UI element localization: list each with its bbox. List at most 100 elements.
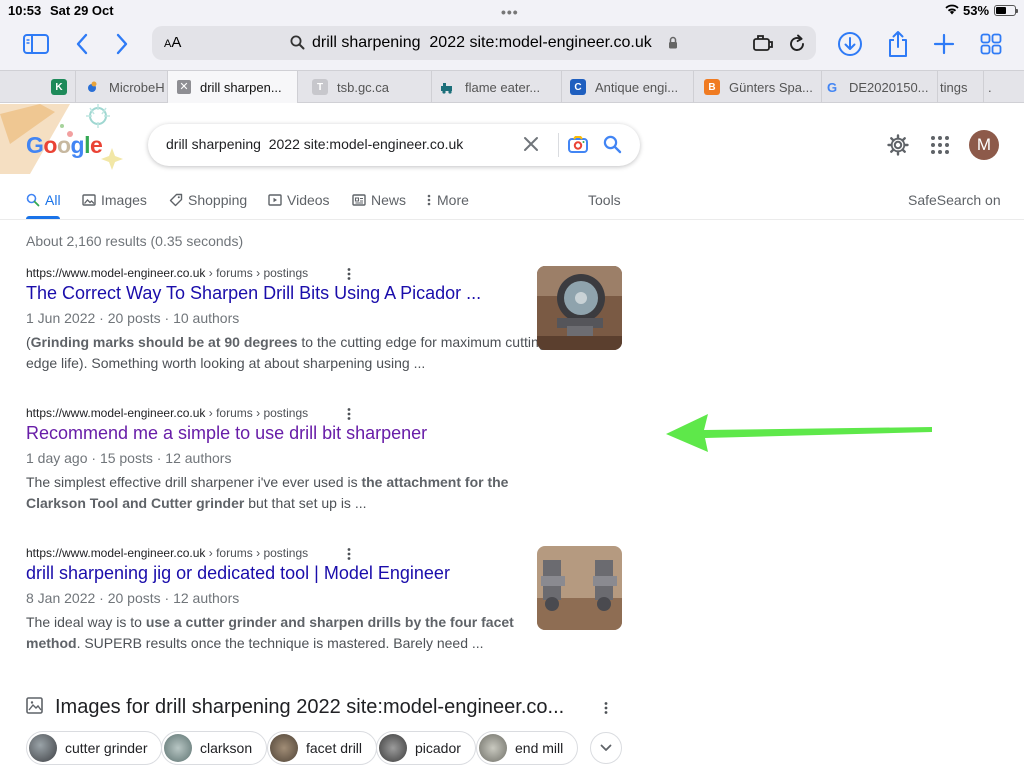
extension-icon[interactable] [752, 33, 774, 58]
result-cite[interactable]: https://www.model-engineer.co.uk › forum… [26, 406, 308, 420]
more-chips-button[interactable] [590, 732, 622, 764]
result-site: https://www.model-engineer.co.uk [26, 266, 206, 280]
tab-de2020150[interactable]: G DE2020150... [822, 71, 938, 103]
tab-strip: K MicrobeH ✕ drill sharpen... T tsb.gc.c… [0, 70, 1024, 103]
tab-label: Günters Spa... [729, 79, 813, 95]
result-site: https://www.model-engineer.co.uk [26, 546, 206, 560]
result-cite[interactable]: https://www.model-engineer.co.uk › forum… [26, 546, 308, 560]
battery-percent: 53% [963, 3, 990, 18]
new-tab-icon[interactable] [928, 30, 960, 58]
google-search-box[interactable]: drill sharpening 2022 site:model-enginee… [148, 124, 640, 166]
nav-shopping[interactable]: Shopping [169, 192, 247, 208]
nav-tools[interactable]: Tools [588, 192, 621, 208]
images-section-header: Images for drill sharpening 2022 site:mo… [26, 696, 564, 719]
address-bar[interactable]: AA drill sharpening 2022 site:model-engi… [152, 26, 816, 60]
tab-label: tings [940, 79, 968, 95]
nav-videos-label: Videos [287, 192, 330, 208]
play-icon [268, 193, 282, 207]
close-tab-icon[interactable]: ✕ [177, 80, 191, 94]
chip-thumbnail [164, 734, 192, 762]
result-options-icon[interactable] [344, 407, 354, 421]
active-tab-indicator [26, 216, 60, 219]
c-favicon-icon: C [570, 79, 586, 95]
tab-flame-eater[interactable]: flame eater... [432, 71, 562, 103]
more-vert-icon [426, 193, 432, 207]
nav-images-label: Images [101, 192, 147, 208]
search-submit-icon[interactable] [603, 135, 622, 159]
tab-tsb[interactable]: T tsb.gc.ca [298, 71, 432, 103]
back-icon[interactable] [66, 30, 98, 58]
nav-images[interactable]: Images [82, 192, 147, 208]
result-thumbnail-jig[interactable] [537, 546, 622, 630]
result-title-link[interactable]: drill sharpening jig or dedicated tool |… [26, 563, 450, 584]
text-size-button[interactable]: AA [164, 34, 181, 51]
tab-settings[interactable]: tings [938, 71, 984, 103]
nav-all[interactable]: All [26, 192, 61, 208]
search-nav: All Images Shopping Videos News More Too… [0, 186, 1024, 220]
clear-search-icon[interactable] [522, 135, 540, 158]
google-apps-icon[interactable] [929, 134, 951, 161]
settings-gear-icon[interactable] [887, 134, 909, 161]
google-lens-icon[interactable] [567, 134, 589, 161]
result-stats: About 2,160 results (0.35 seconds) [26, 233, 244, 249]
result-cite[interactable]: https://www.model-engineer.co.uk › forum… [26, 266, 308, 280]
tab-label: Antique engi... [595, 79, 679, 95]
tab-gunters[interactable]: B Günters Spa... [694, 71, 822, 103]
result-title-link[interactable]: The Correct Way To Sharpen Drill Bits Us… [26, 283, 481, 304]
account-avatar[interactable]: M [969, 130, 999, 160]
address-url[interactable]: drill sharpening 2022 site:model-enginee… [312, 34, 652, 52]
t-favicon-icon: T [312, 79, 328, 95]
result-options-icon[interactable] [344, 267, 354, 281]
nav-all-label: All [45, 192, 61, 208]
share-icon[interactable] [882, 30, 914, 58]
image-chip[interactable]: picador [376, 731, 476, 765]
image-chip[interactable]: cutter grinder [26, 731, 163, 765]
image-chip[interactable]: end mill [476, 731, 579, 765]
google-doodle-logo[interactable]: Google [0, 104, 140, 174]
nav-news[interactable]: News [352, 192, 406, 208]
result-breadcrumb: › forums › postings [205, 546, 309, 560]
chip-label: facet drill [306, 740, 363, 756]
safesearch-toggle[interactable]: SafeSearch on [908, 192, 1001, 208]
train-favicon-icon [440, 79, 456, 95]
download-icon[interactable] [834, 30, 866, 58]
chip-label: clarkson [200, 740, 253, 756]
tab-k[interactable]: K [0, 71, 76, 103]
snippet-highlight: Grinding marks should be at 90 degrees [30, 334, 298, 350]
safesearch-label: SafeSearch on [908, 192, 1001, 208]
sidebar-icon[interactable] [20, 30, 52, 58]
nav-more[interactable]: More [426, 192, 469, 208]
tag-icon [169, 193, 183, 207]
images-options-icon[interactable] [601, 701, 611, 720]
result-site: https://www.model-engineer.co.uk [26, 406, 206, 420]
chip-label: picador [415, 740, 461, 756]
reload-icon[interactable] [788, 33, 806, 58]
image-chip[interactable]: clarkson [161, 731, 268, 765]
battery-icon [994, 5, 1018, 16]
result-options-icon[interactable] [344, 547, 354, 561]
search-query-input[interactable]: drill sharpening 2022 site:model-enginee… [166, 136, 463, 152]
tab-drill-sharpening[interactable]: ✕ drill sharpen... [168, 71, 298, 103]
result-meta: 8 Jan 2022 · 20 posts · 12 authors [26, 590, 240, 606]
images-section-title[interactable]: Images for drill sharpening 2022 site:mo… [55, 696, 564, 719]
search-divider [558, 133, 559, 157]
multitasking-dots-icon[interactable]: ••• [501, 4, 519, 20]
tab-antique-engines[interactable]: C Antique engi... [562, 71, 694, 103]
tab-overview-icon[interactable] [975, 30, 1007, 58]
nav-tools-label: Tools [588, 192, 621, 208]
tab-label: drill sharpen... [200, 79, 282, 95]
image-chip[interactable]: facet drill [267, 731, 378, 765]
tab-overflow[interactable]: . [984, 71, 1024, 103]
result-snippet: The simplest effective drill sharpener i… [26, 472, 566, 514]
news-icon [352, 193, 366, 207]
result-thumbnail-grinder[interactable] [537, 266, 622, 350]
snippet-text: The ideal way is to [26, 614, 146, 630]
result-breadcrumb: › forums › postings [205, 266, 309, 280]
tab-microbe[interactable]: MicrobeH [76, 71, 168, 103]
nav-videos[interactable]: Videos [268, 192, 330, 208]
forward-icon[interactable] [106, 30, 138, 58]
result-title-link[interactable]: Recommend me a simple to use drill bit s… [26, 423, 427, 444]
result-snippet: The ideal way is to use a cutter grinder… [26, 612, 566, 654]
tab-label: tsb.gc.ca [337, 79, 390, 95]
address-search-icon [290, 35, 305, 55]
